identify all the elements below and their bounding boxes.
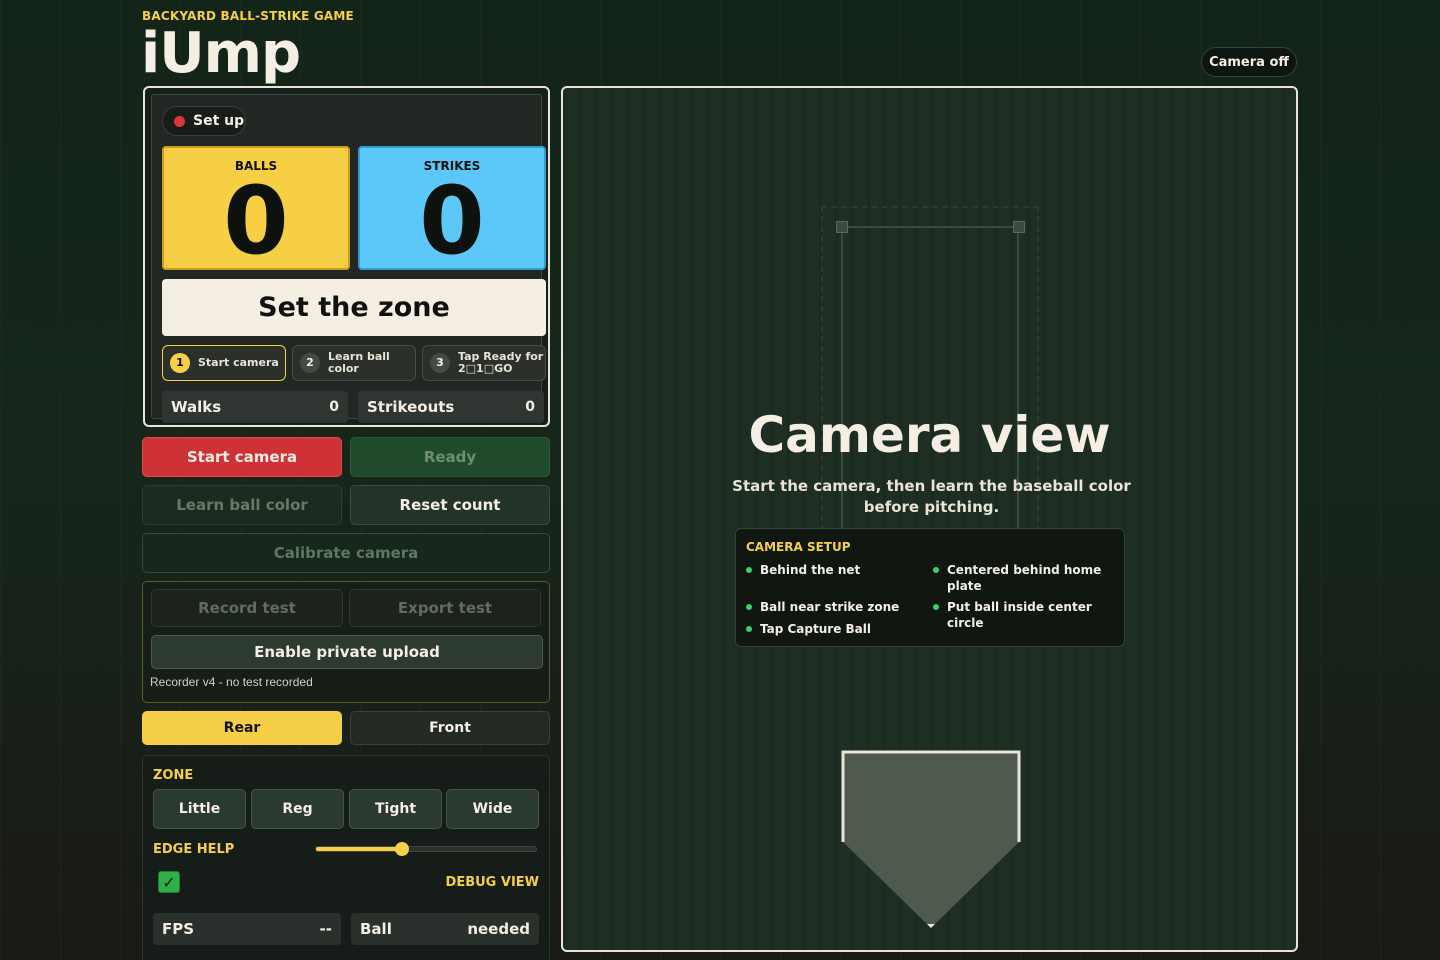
setup-item: Behind the net — [746, 562, 926, 578]
step-tap-ready[interactable]: 3 Tap Ready for 2□1□GO — [422, 345, 546, 381]
enable-upload-button[interactable]: Enable private upload — [151, 635, 543, 669]
zone-wide-button[interactable]: Wide — [446, 789, 539, 829]
debug-view-label: DEBUG VIEW — [445, 875, 539, 890]
zone-handle[interactable] — [836, 221, 848, 233]
zone-reg-button[interactable]: Reg — [251, 789, 344, 829]
ball-label: Ball — [360, 920, 392, 938]
app-title: iUmp — [141, 21, 301, 86]
setup-item: Tap Capture Ball — [746, 621, 926, 637]
step-number: 1 — [170, 353, 190, 373]
ready-button[interactable]: Ready — [350, 437, 550, 477]
setup-item: Centered behind home plate — [933, 562, 1113, 594]
status-pill: Set up — [162, 106, 246, 136]
slider-knob[interactable] — [394, 842, 409, 856]
export-test-button[interactable]: Export test — [349, 589, 541, 627]
reset-count-button[interactable]: Reset count — [350, 485, 550, 525]
fps-stat: FPS -- — [153, 913, 341, 945]
zone-tight-button[interactable]: Tight — [349, 789, 442, 829]
fps-value: -- — [319, 920, 332, 938]
camera-view[interactable]: Camera view Start the camera, then learn… — [561, 86, 1298, 952]
slider-fill — [316, 847, 402, 851]
step-label: Tap Ready for 2□1□GO — [458, 350, 544, 375]
home-plate-icon — [841, 750, 1021, 928]
balls-card: BALLS 0 — [162, 146, 350, 276]
edge-help-slider[interactable] — [315, 842, 537, 856]
zone-little-button[interactable]: Little — [153, 789, 246, 829]
step-label: Learn ball color — [328, 350, 390, 375]
recorder-panel: Record test Export test Enable private u… — [142, 581, 550, 703]
walks-label: Walks — [171, 398, 222, 416]
strikeouts-stat: Strikeouts 0 — [358, 391, 544, 423]
fps-label: FPS — [162, 920, 195, 938]
status-label: Set up — [193, 113, 245, 129]
rear-camera-button[interactable]: Rear — [142, 711, 342, 745]
step-label: Start camera — [198, 356, 279, 369]
strikeouts-value: 0 — [525, 399, 535, 415]
setup-item: Ball near strike zone — [746, 599, 926, 615]
camera-setup-card: CAMERA SETUP Behind the net Centered beh… — [735, 528, 1125, 647]
step-number: 3 — [430, 353, 450, 373]
status-dot-icon — [174, 115, 185, 127]
recorder-note: Recorder v4 - no test recorded — [150, 675, 313, 689]
debug-view-checkbox[interactable]: ✓ — [158, 871, 180, 893]
calibrate-camera-button[interactable]: Calibrate camera — [142, 533, 550, 573]
record-test-button[interactable]: Record test — [151, 589, 343, 627]
start-camera-button[interactable]: Start camera — [142, 437, 342, 477]
camera-view-subtitle: Start the camera, then learn the basebal… — [732, 477, 1131, 516]
front-camera-button[interactable]: Front — [350, 711, 550, 745]
zone-label: ZONE — [153, 768, 194, 783]
learn-ball-color-button[interactable]: Learn ball color — [142, 485, 342, 525]
ball-value: needed — [467, 920, 530, 938]
edge-help-label: EDGE HELP — [153, 842, 235, 857]
scoreboard: Set up BALLS 0 STRIKES 0 Set the zone 1 … — [143, 86, 550, 427]
check-icon: ✓ — [162, 872, 176, 892]
step-learn-ball[interactable]: 2 Learn ball color — [292, 345, 416, 381]
step-start-camera[interactable]: 1 Start camera — [162, 345, 286, 381]
zone-handle[interactable] — [1013, 221, 1025, 233]
camera-status-badge: Camera off — [1201, 47, 1297, 77]
step-number: 2 — [300, 353, 320, 373]
zone-panel: ZONE Little Reg Tight Wide EDGE HELP ✓ D… — [142, 755, 550, 960]
strikes-count: 0 — [419, 167, 485, 276]
camera-setup-heading: CAMERA SETUP — [746, 540, 851, 554]
zone-banner: Set the zone — [162, 279, 546, 336]
walks-value: 0 — [329, 399, 339, 415]
strikes-card: STRIKES 0 — [358, 146, 546, 276]
balls-count: 0 — [223, 167, 289, 276]
ball-stat: Ball needed — [351, 913, 539, 945]
walks-stat: Walks 0 — [162, 391, 348, 423]
setup-item: Put ball inside center circle — [933, 599, 1113, 631]
camera-view-title: Camera view — [748, 406, 1111, 464]
strikeouts-label: Strikeouts — [367, 398, 455, 416]
